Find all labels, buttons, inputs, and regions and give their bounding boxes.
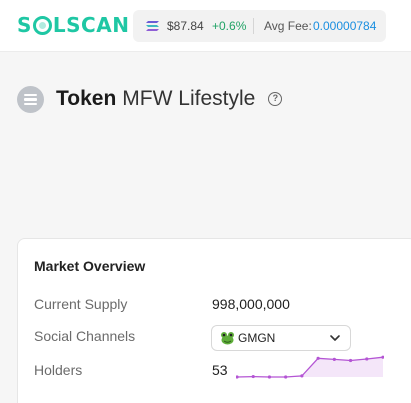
sparkline-point [267, 375, 272, 379]
market-overview-card: Market Overview Current Supply 998,000,0… [17, 238, 411, 403]
help-icon[interactable]: ? [268, 92, 283, 106]
sparkline-point [284, 375, 288, 379]
social-channels-select[interactable]: GMGN [211, 325, 351, 351]
logo-o-icon [32, 15, 52, 35]
logo-rest: LSCAN [52, 13, 130, 37]
sparkline-point [251, 374, 255, 379]
social-channels-label: Social Channels [34, 328, 136, 344]
current-supply-value: 998,000,000 [212, 296, 290, 312]
sol-price: $87.84 [167, 19, 204, 33]
top-bar: S LSCAN $87.84 +0.6% Avg Fee: 0.00000784 [0, 0, 411, 52]
current-supply-label: Current Supply [34, 296, 128, 312]
token-name: MFW Lifestyle [122, 87, 256, 110]
sparkline-point [236, 375, 239, 379]
chevron-down-icon [330, 335, 340, 341]
holders-value: 53 [212, 362, 228, 378]
logo-letter-s: S [17, 13, 32, 37]
sparkline-point [348, 358, 353, 363]
social-channels-selected: GMGN [238, 331, 276, 345]
sol-price-widget: $87.84 +0.6% Avg Fee: 0.00000784 [133, 10, 386, 42]
holders-sparkline [236, 355, 384, 379]
sol-price-change: +0.6% [212, 19, 247, 33]
solana-icon [146, 21, 159, 31]
solscan-logo[interactable]: S LSCAN [17, 13, 129, 37]
avg-fee-value[interactable]: 0.00000784 [313, 19, 376, 33]
token-icon [17, 85, 44, 113]
avg-fee-label: Avg Fee: [264, 19, 312, 33]
sparkline-point [300, 374, 304, 378]
sparkline-point [316, 356, 320, 360]
frog-icon [221, 332, 234, 345]
page-title: Token [56, 87, 117, 110]
divider [253, 18, 254, 34]
sparkline-point [365, 357, 369, 361]
token-title-row: Token MFW Lifestyle ? [17, 84, 283, 114]
sparkline-point [332, 357, 336, 361]
card-title: Market Overview [34, 258, 146, 274]
holders-label: Holders [34, 362, 83, 378]
